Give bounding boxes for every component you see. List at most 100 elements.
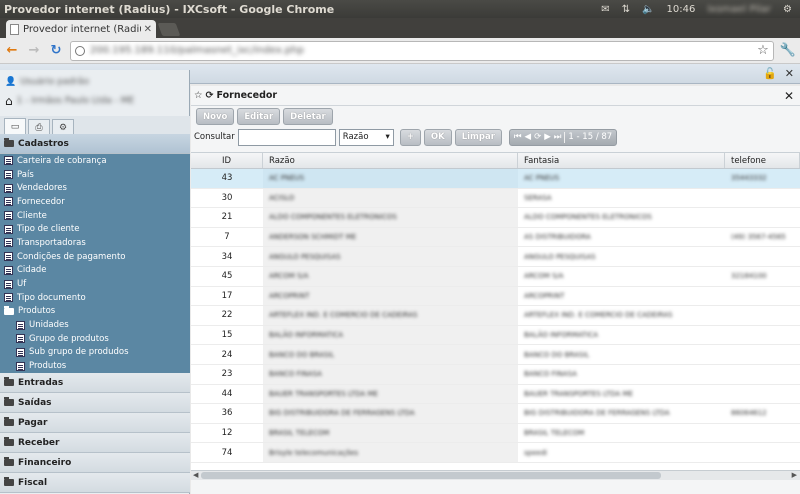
next-page-icon[interactable]: ▶	[544, 132, 551, 142]
refresh-icon[interactable]: ⟳	[206, 90, 214, 101]
sidebar-item[interactable]: Cliente	[0, 209, 190, 223]
menu-group[interactable]: Saídas	[0, 393, 190, 413]
reload-button[interactable]: ↻	[48, 43, 64, 59]
cell-text: 45	[221, 271, 233, 282]
sidebar-item[interactable]: Sub grupo de produdos	[0, 346, 190, 360]
group-label: Pagar	[18, 417, 48, 428]
close-icon[interactable]: ✕	[785, 67, 794, 80]
address-bar[interactable]: 200.195.189.110/palmasnet_ixc/index.php …	[70, 40, 774, 61]
column-header-telefone[interactable]: telefone	[725, 153, 800, 168]
network-icon[interactable]: ⇅	[622, 4, 630, 15]
ok-button[interactable]: OK	[423, 128, 452, 146]
table-row[interactable]: 24 BANCO DO BRASIL BANCO DO BRASIL	[191, 345, 800, 365]
column-header-id[interactable]: ID	[191, 153, 263, 168]
table-row[interactable]: 34 ANGULO PESQUISAS ANGULO PESQUISAS	[191, 247, 800, 267]
sidebar-item[interactable]: Tipo de cliente	[0, 222, 190, 236]
table-row[interactable]: 22 ARTEFLEX IND. E COMERCIO DE CADEIRAS AR…	[191, 306, 800, 326]
home-icon: ⌂	[5, 94, 13, 108]
delete-button[interactable]: Deletar	[283, 108, 333, 125]
folder-icon	[4, 397, 14, 406]
menu-group[interactable]: Pagar	[0, 413, 190, 433]
search-field-select[interactable]: Razão ▾	[338, 128, 394, 146]
column-header-fantasia[interactable]: Fantasia	[518, 153, 725, 168]
table-row[interactable]: 23 BANCO FINASA BANCO FINASA	[191, 364, 800, 385]
volume-icon[interactable]: 🔈	[642, 4, 654, 15]
sidebar-item[interactable]: Transportadoras	[0, 236, 190, 250]
sidebar-item[interactable]: Cidade	[0, 264, 190, 278]
menu-group[interactable]: Fiscal	[0, 473, 190, 493]
cell-telefone: (49) 3567-4565	[725, 228, 800, 247]
folder-icon	[4, 417, 14, 426]
company-info: ⌂ 1 - Irmãos Paulo Ltda - ME	[0, 90, 189, 112]
sidebar-item[interactable]: Tipo documento	[0, 291, 190, 305]
close-tab-icon[interactable]: ✕	[144, 24, 152, 35]
company-label: 1 - Irmãos Paulo Ltda - ME	[16, 96, 135, 106]
sidebar-item-label: Produtos	[18, 306, 56, 317]
reload-page-icon[interactable]: ⟳	[534, 132, 541, 142]
new-button[interactable]: Novo	[196, 108, 235, 125]
menu-group[interactable]: Receber	[0, 433, 190, 453]
table-row[interactable]: 17 ARCOPRINT ARCOPRINT	[191, 286, 800, 307]
menu-group[interactable]: Entradas	[0, 373, 190, 393]
scroll-left-icon[interactable]: ◀	[193, 471, 198, 479]
table-row[interactable]: 36 BIG DISTRIBUIDORA DE FERRAGENS LTDA BIG…	[191, 404, 800, 424]
clock[interactable]: 10:46	[667, 4, 696, 15]
folder-icon	[4, 457, 14, 466]
scroll-thumb[interactable]	[201, 472, 661, 479]
document-icon	[4, 293, 13, 303]
first-page-icon[interactable]: ⏮	[514, 132, 522, 142]
forward-button[interactable]: →	[26, 43, 42, 59]
add-filter-button[interactable]: +	[399, 128, 421, 146]
gear-icon[interactable]: ⚙	[783, 4, 792, 15]
user-menu[interactable]: Ixsmael Pilar	[707, 4, 771, 15]
table-row[interactable]: 45 ARCOM S/A ARCOM S/A 32184100	[191, 266, 800, 287]
browser-tab[interactable]: Provedor internet (Radius ✕	[6, 20, 156, 38]
clear-button[interactable]: Limpar	[454, 128, 502, 146]
menu-group[interactable]: Financeiro	[0, 453, 190, 473]
wrench-icon[interactable]: 🔧	[780, 43, 796, 58]
table-row[interactable]: 44 BAUER TRANSPORTES LTDA ME BAUER TRANSPO…	[191, 384, 800, 405]
sidebar-item[interactable]: País	[0, 168, 190, 182]
cell-text: BANCO FINASA	[524, 370, 577, 379]
table-row[interactable]: 74 Brisyle telecomunicações speedi	[191, 443, 800, 463]
edit-button[interactable]: Editar	[237, 108, 281, 125]
scroll-right-icon[interactable]: ▶	[792, 471, 797, 479]
table-row[interactable]: 12 BRASIL TELECOM BRASIL TELECOM	[191, 423, 800, 444]
sidebar-item[interactable]: Vendedores	[0, 181, 190, 195]
horizontal-scrollbar[interactable]: ◀ ▶	[191, 470, 800, 480]
window-tab-icon[interactable]: ▭	[4, 118, 26, 135]
mail-icon[interactable]: ✉	[601, 4, 609, 15]
table-row[interactable]: 30 ACISLO SERASA	[191, 188, 800, 209]
table-row[interactable]: 15 BALÃO INFORMATICA BALÃO INFORMATICA	[191, 325, 800, 346]
table-row[interactable]: 7 ANDERSON SCHMIDT ME AS DISTRIBUIDORA (49)…	[191, 227, 800, 248]
last-page-icon[interactable]: ⏭	[554, 132, 562, 142]
settings-tab-icon[interactable]: ⚙	[52, 119, 74, 135]
sidebar-item[interactable]: Carteira de cobrança	[0, 154, 190, 168]
sidebar-item[interactable]: Fornecedor	[0, 195, 190, 209]
close-panel-icon[interactable]: ✕	[784, 89, 794, 103]
column-header-razao[interactable]: Razão	[263, 153, 518, 168]
prev-page-icon[interactable]: ◀	[525, 132, 532, 142]
group-cadastros[interactable]: Cadastros	[0, 134, 190, 154]
sidebar-item[interactable]: Produtos	[0, 305, 190, 319]
favorite-star-icon[interactable]: ☆	[194, 90, 203, 101]
print-tab-icon[interactable]: ⎙	[28, 119, 50, 135]
back-button[interactable]: ←	[4, 43, 20, 59]
table-row[interactable]: 43 AC PNEUS AC PNEUS 35443332	[191, 169, 800, 189]
search-input[interactable]	[237, 128, 336, 146]
table-row[interactable]: 21 ALDO COMPONENTES ELETRONICOS ALDO COMPO…	[191, 208, 800, 228]
unlock-icon[interactable]: 🔓	[763, 67, 777, 80]
folder-icon	[4, 305, 14, 315]
sidebar-item[interactable]: Uf	[0, 277, 190, 291]
cell-fantasia: BIG DISTRIBUIDORA DE FERRAGENS LTDA	[518, 404, 725, 423]
cell-razao: ARTEFLEX IND. E COMERCIO DE CADEIRAS	[263, 306, 518, 325]
document-icon	[16, 347, 25, 357]
cell-text: ARTEFLEX IND. E COMERCIO DE CADEIRAS	[524, 311, 673, 320]
sidebar-item[interactable]: Produtos	[0, 359, 190, 373]
bookmark-star-icon[interactable]: ☆	[757, 43, 769, 58]
new-tab-button[interactable]	[157, 23, 181, 36]
sidebar-item[interactable]: Condições de pagamento	[0, 250, 190, 264]
sidebar-item[interactable]: Unidades	[0, 318, 190, 332]
sidebar-item[interactable]: Grupo de produtos	[0, 332, 190, 346]
cell-razao: ARCOPRINT	[263, 286, 518, 306]
